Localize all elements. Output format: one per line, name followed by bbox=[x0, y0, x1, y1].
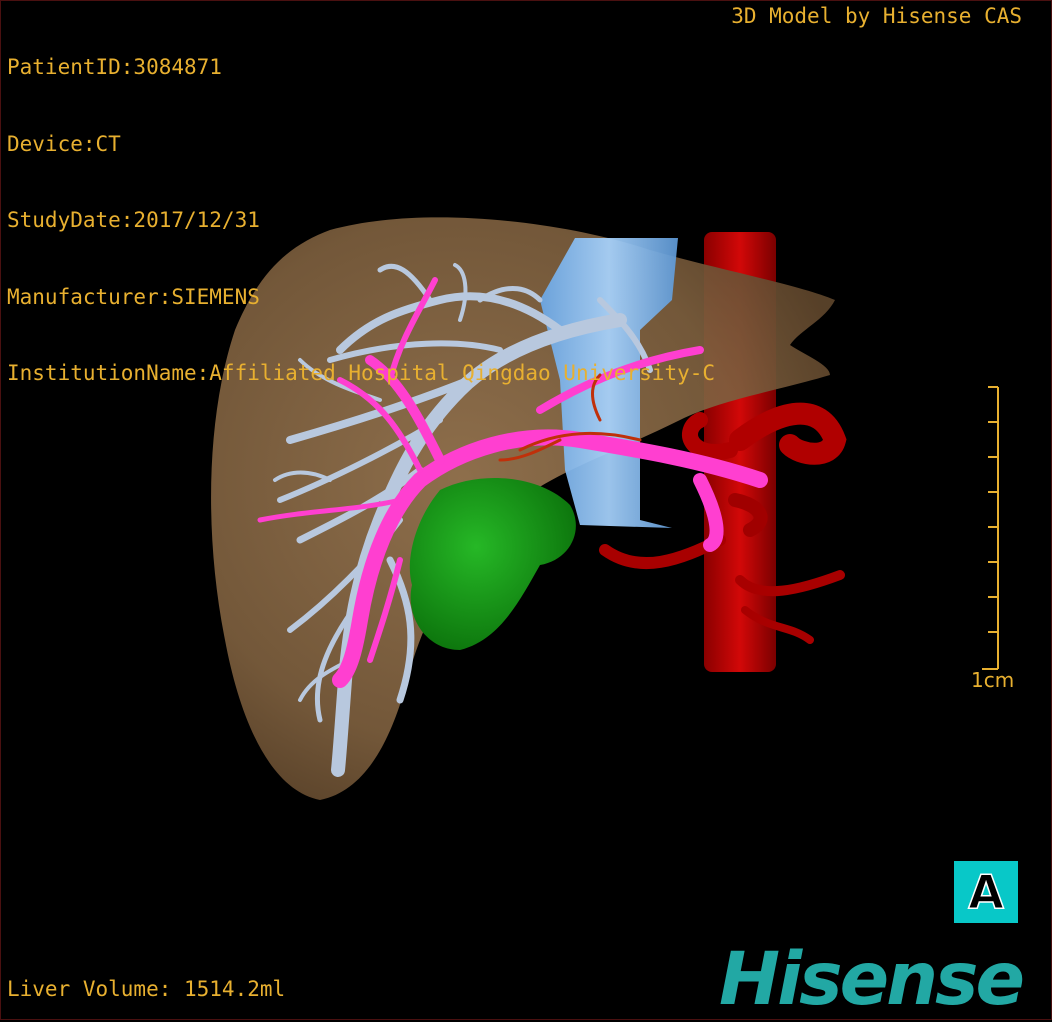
hisense-logo: Hisense bbox=[719, 937, 1025, 1022]
orientation-indicator[interactable]: A bbox=[954, 861, 1018, 923]
tumor-mass bbox=[409, 478, 576, 650]
patient-info-overlay: PatientID:3084871 Device:CT StudyDate:20… bbox=[7, 4, 715, 412]
manufacturer-text: Manufacturer:SIEMENS bbox=[7, 284, 260, 309]
study-date-text: StudyDate:2017/12/31 bbox=[7, 208, 260, 232]
orientation-letter: A bbox=[967, 865, 1004, 919]
liver-volume-text: Liver Volume: 1514.2ml bbox=[7, 977, 286, 1001]
model-credit-text: 3D Model by Hisense CAS bbox=[731, 4, 1022, 28]
scale-bar bbox=[982, 386, 999, 670]
patient-id-text: PatientID:3084871 bbox=[7, 55, 222, 79]
device-text: Device:CT bbox=[7, 131, 121, 156]
scale-label: 1cm bbox=[971, 668, 1015, 692]
institution-text: InstitutionName:Affiliated Hospital Qing… bbox=[7, 361, 716, 385]
